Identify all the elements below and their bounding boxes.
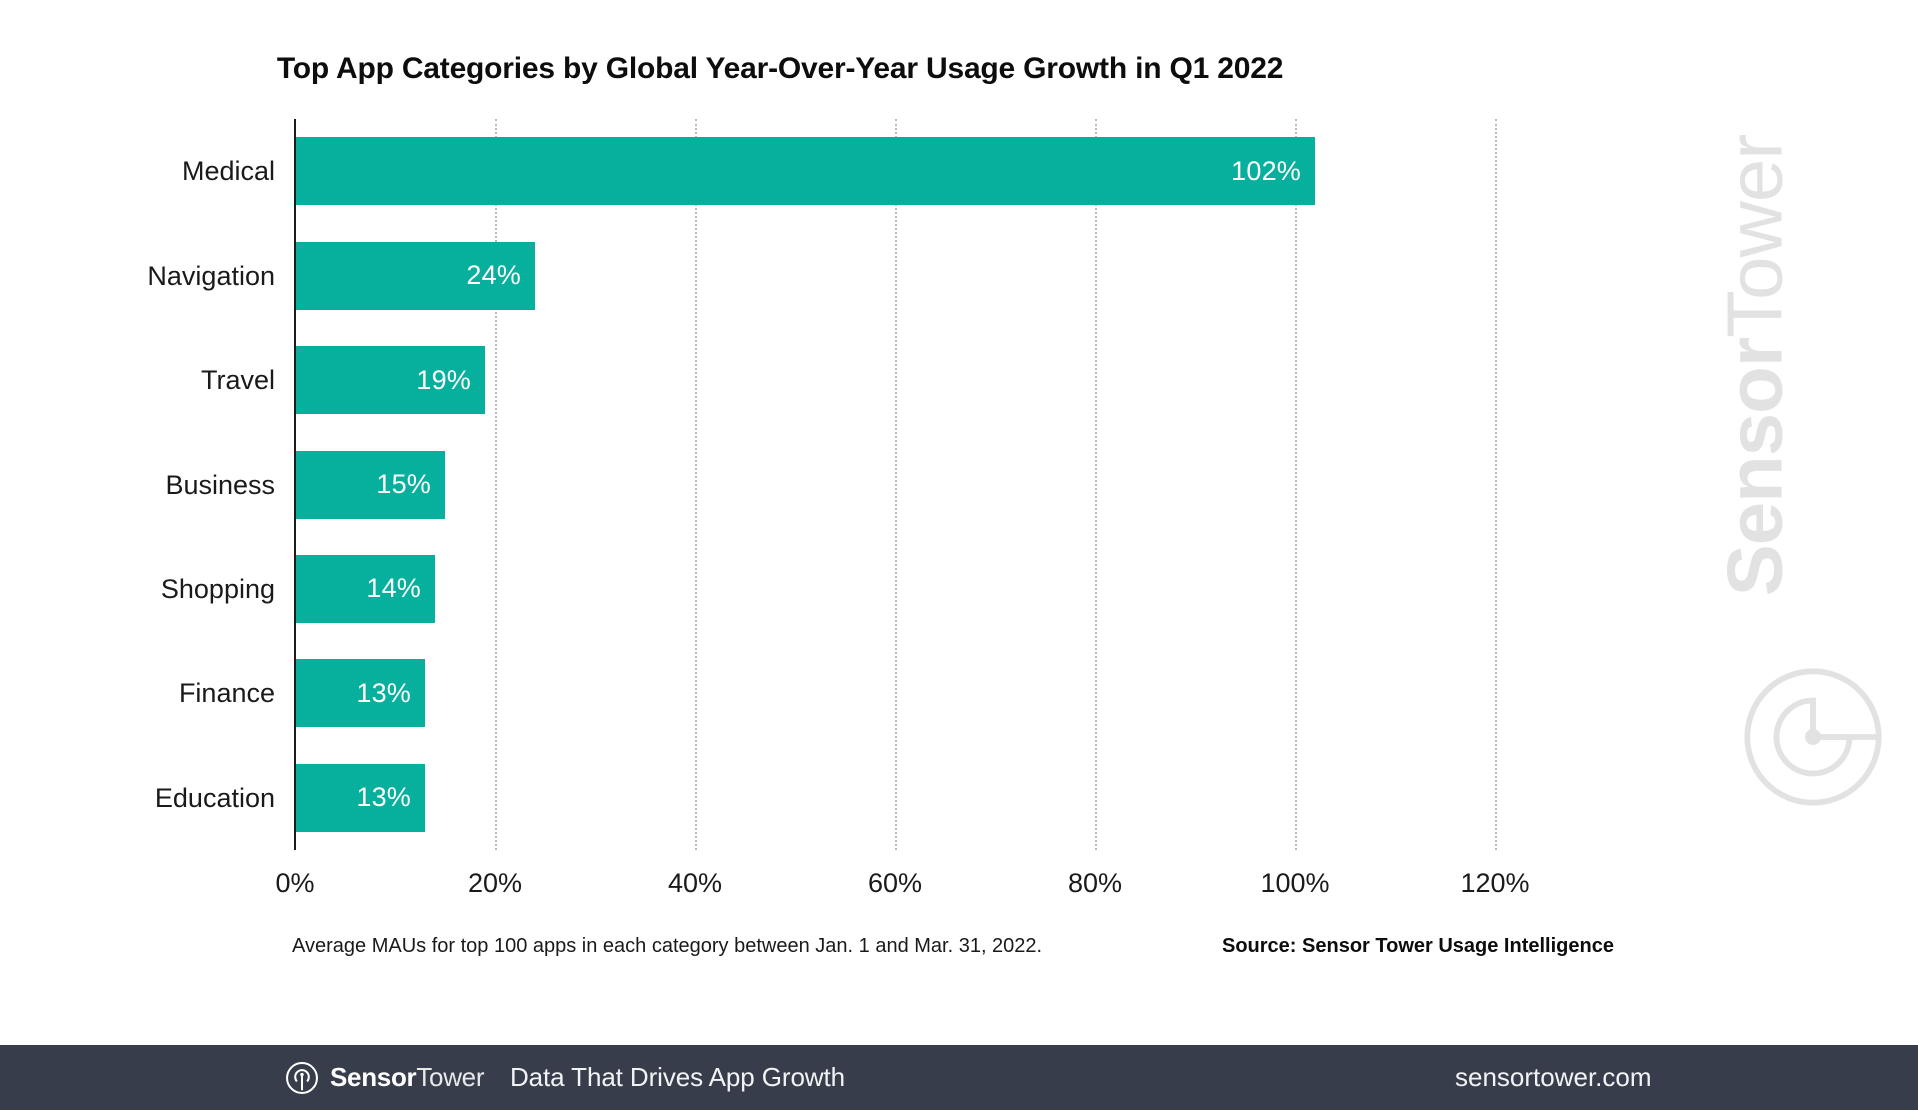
chart-container: Top App Categories by Global Year-Over-Y… bbox=[0, 0, 1918, 1010]
chart-footnote: Average MAUs for top 100 apps in each ca… bbox=[292, 935, 1043, 957]
footer-brand-bold: Sensor bbox=[330, 1062, 417, 1092]
bar-business[interactable]: 15% bbox=[295, 450, 445, 519]
bar-value-label: 15% bbox=[376, 469, 431, 499]
bar-row: 15% bbox=[295, 450, 1595, 519]
footer-url[interactable]: sensortower.com bbox=[1455, 1045, 1652, 1110]
footer-tagline: Data That Drives App Growth bbox=[510, 1062, 845, 1092]
footer-bar: SensorTower Data That Drives App Growth … bbox=[0, 1045, 1918, 1110]
footer-brand-light: Tower bbox=[416, 1062, 485, 1092]
bar-navigation[interactable]: 24% bbox=[295, 241, 535, 310]
bar-row: 13% bbox=[295, 763, 1595, 832]
category-label-finance: Finance bbox=[178, 678, 275, 709]
chart-title: Top App Categories by Global Year-Over-Y… bbox=[276, 52, 1284, 85]
x-tick-label: 60% bbox=[867, 868, 923, 898]
category-label-navigation: Navigation bbox=[147, 260, 275, 291]
footer-wordmark: SensorTower bbox=[330, 1062, 485, 1093]
category-label-education: Education bbox=[154, 782, 275, 813]
chart-source-note: Source: Sensor Tower Usage Intelligence bbox=[1222, 935, 1614, 957]
x-tick-label: 80% bbox=[1067, 868, 1123, 898]
category-label-travel: Travel bbox=[200, 365, 275, 396]
sensor-tower-mark-icon bbox=[286, 1061, 318, 1094]
bar-row: 102% bbox=[295, 137, 1595, 206]
bar-row: 13% bbox=[295, 659, 1595, 728]
y-axis-line bbox=[294, 119, 296, 850]
x-tick-label: 0% bbox=[275, 868, 315, 898]
category-label-business: Business bbox=[165, 469, 275, 500]
bar-value-label: 13% bbox=[356, 677, 411, 708]
bar-shopping[interactable]: 14% bbox=[295, 554, 435, 623]
bar-medical[interactable]: 102% bbox=[295, 137, 1315, 206]
bar-row: 24% bbox=[295, 241, 1595, 310]
x-tick-label: 100% bbox=[1260, 868, 1330, 898]
x-tick-label: 20% bbox=[467, 868, 523, 898]
category-label-medical: Medical bbox=[181, 156, 275, 187]
bar-row: 19% bbox=[295, 346, 1595, 415]
bar-education[interactable]: 13% bbox=[295, 763, 425, 832]
bar-finance[interactable]: 13% bbox=[295, 659, 425, 728]
bar-value-label: 102% bbox=[1231, 155, 1301, 186]
bar-value-label: 19% bbox=[416, 364, 471, 395]
bar-travel[interactable]: 19% bbox=[295, 346, 485, 415]
x-tick-label: 120% bbox=[1460, 868, 1530, 898]
bar-value-label: 14% bbox=[366, 573, 421, 604]
category-label-shopping: Shopping bbox=[160, 573, 275, 604]
bar-row: 14% bbox=[295, 554, 1595, 623]
footer-logo[interactable]: SensorTower bbox=[285, 1045, 485, 1110]
bar-value-label: 13% bbox=[356, 782, 411, 813]
bar-value-label: 24% bbox=[466, 260, 521, 291]
x-tick-label: 40% bbox=[667, 868, 723, 898]
